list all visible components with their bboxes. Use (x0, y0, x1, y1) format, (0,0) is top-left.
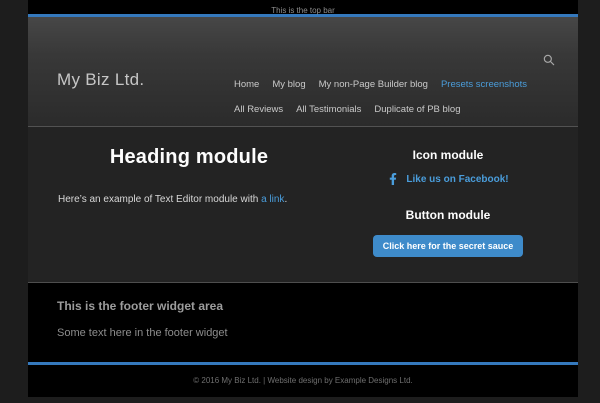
facebook-link-label: Like us on Facebook! (406, 174, 508, 185)
nav-item-all-testimonials[interactable]: All Testimonials (296, 104, 361, 115)
content-row: Heading module Here’s an example of Text… (28, 127, 578, 283)
top-bar: This is the top bar (28, 0, 578, 14)
site-page: This is the top bar My Biz Ltd. Home My … (28, 0, 578, 397)
button-module-title: Button module (348, 208, 548, 222)
icon-module-title: Icon module (348, 148, 548, 162)
text-before-link: Here’s an example of Text Editor module … (58, 194, 261, 205)
site-logo[interactable]: My Biz Ltd. (57, 70, 144, 90)
main-nav: Home My blog My non-Page Builder blog Pr… (234, 79, 534, 129)
nav-row-1: Home My blog My non-Page Builder blog Pr… (234, 79, 534, 90)
copyright-text: © 2016 My Biz Ltd. | Website design by E… (193, 376, 413, 385)
nav-item-my-blog[interactable]: My blog (272, 79, 305, 90)
top-bar-text: This is the top bar (271, 6, 335, 15)
nav-item-duplicate-pb-blog[interactable]: Duplicate of PB blog (374, 104, 460, 115)
nav-item-all-reviews[interactable]: All Reviews (234, 104, 283, 115)
modules-column: Icon module Like us on Facebook! Button … (348, 127, 548, 282)
facebook-link[interactable]: Like us on Facebook! (348, 173, 548, 185)
footer-widget-title: This is the footer widget area (57, 299, 549, 313)
footer-widget-text: Some text here in the footer widget (57, 327, 549, 339)
text-column: Heading module Here’s an example of Text… (58, 127, 320, 282)
nav-item-non-page-builder-blog[interactable]: My non-Page Builder blog (319, 79, 428, 90)
bottom-footer: © 2016 My Biz Ltd. | Website design by E… (28, 365, 578, 397)
footer-widget-area: This is the footer widget area Some text… (28, 283, 578, 362)
nav-item-presets-screenshots[interactable]: Presets screenshots (441, 79, 527, 90)
facebook-icon (387, 173, 399, 185)
nav-row-2: All Reviews All Testimonials Duplicate o… (234, 104, 534, 115)
inline-link[interactable]: a link (261, 194, 284, 205)
search-icon[interactable] (542, 53, 558, 69)
secret-sauce-button[interactable]: Click here for the secret sauce (373, 235, 524, 257)
nav-item-home[interactable]: Home (234, 79, 259, 90)
text-after-link: . (284, 194, 287, 205)
site-header: My Biz Ltd. Home My blog My non-Page Bui… (28, 17, 578, 127)
heading-module: Heading module (58, 146, 320, 169)
text-editor-module: Here’s an example of Text Editor module … (58, 194, 320, 205)
